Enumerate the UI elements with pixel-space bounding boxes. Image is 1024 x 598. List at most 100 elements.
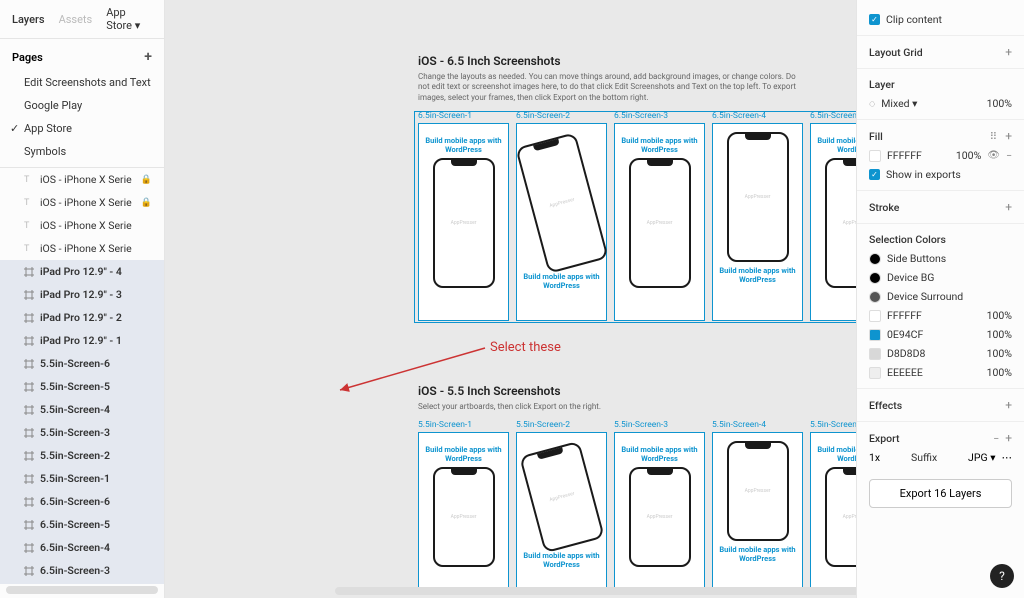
- promo-text: Build mobile apps with WordPress: [717, 545, 798, 563]
- add-stroke[interactable]: +: [1005, 200, 1012, 214]
- help-button[interactable]: ?: [990, 564, 1014, 588]
- frame-label[interactable]: 6.5in-Screen-5: [810, 111, 856, 121]
- section-title: iOS - 5.5 Inch Screenshots: [418, 384, 856, 398]
- layer-item[interactable]: 6.5in-Screen-3: [0, 559, 164, 582]
- layer-item[interactable]: TiOS - iPhone X Serie: [0, 214, 164, 237]
- export-button[interactable]: Export 16 Layers: [869, 479, 1012, 508]
- export-scale[interactable]: 1x: [869, 451, 880, 464]
- color-swatch[interactable]: [869, 367, 881, 379]
- selection-color-row[interactable]: Device BG: [869, 268, 1012, 287]
- promo-text: Build mobile apps with WordPress: [815, 445, 856, 463]
- page-item[interactable]: Google Play: [0, 94, 164, 117]
- remove-fill[interactable]: −: [1006, 149, 1012, 162]
- frame-label[interactable]: 5.5in-Screen-4: [712, 420, 803, 430]
- section-description: Select your artboards, then click Export…: [418, 402, 798, 412]
- layer-item[interactable]: 5.5in-Screen-3: [0, 421, 164, 444]
- fill-swatch[interactable]: [869, 150, 881, 162]
- page-item[interactable]: ✓App Store: [0, 117, 164, 140]
- selection-color-row[interactable]: Device Surround: [869, 287, 1012, 306]
- frame-label[interactable]: 5.5in-Screen-3: [614, 420, 705, 430]
- promo-text: Build mobile apps with WordPress: [619, 445, 700, 463]
- layer-item[interactable]: iPad Pro 12.9" - 1: [0, 329, 164, 352]
- artboard-frame[interactable]: AppPresserBuild mobile apps with WordPre…: [516, 432, 607, 592]
- layer-item[interactable]: 5.5in-Screen-4: [0, 398, 164, 421]
- artboard-frame[interactable]: Build mobile apps with WordPressAppPress…: [810, 432, 856, 592]
- layer-item[interactable]: TiOS - iPhone X Serie🔒: [0, 191, 164, 214]
- add-page-button[interactable]: +: [144, 49, 152, 65]
- page-selector[interactable]: App Store ▾: [106, 6, 154, 32]
- phone-mockup: AppPresser: [727, 132, 789, 262]
- selection-color-row[interactable]: FFFFFF100%: [869, 306, 1012, 325]
- phone-mockup: AppPresser: [433, 467, 495, 567]
- annotation-select: Select these: [490, 340, 561, 355]
- layer-opacity[interactable]: 100%: [987, 97, 1012, 110]
- artboard-frame[interactable]: AppPresserBuild mobile apps with WordPre…: [516, 123, 607, 321]
- selection-color-row[interactable]: Side Buttons: [869, 249, 1012, 268]
- layer-item[interactable]: 5.5in-Screen-6: [0, 352, 164, 375]
- color-swatch[interactable]: [869, 310, 881, 322]
- layer-item[interactable]: 6.5in-Screen-4: [0, 536, 164, 559]
- canvas[interactable]: iOS - 6.5 Inch Screenshots Change the la…: [165, 0, 856, 598]
- artboard-frame[interactable]: AppPresserBuild mobile apps with WordPre…: [712, 432, 803, 592]
- layer-item[interactable]: TiOS - iPhone X Serie: [0, 237, 164, 260]
- layer-item[interactable]: iPad Pro 12.9" - 4: [0, 260, 164, 283]
- promo-text: Build mobile apps with WordPress: [619, 136, 700, 154]
- tab-assets[interactable]: Assets: [59, 13, 93, 26]
- frame-label[interactable]: 6.5in-Screen-4: [712, 111, 803, 121]
- tab-layers[interactable]: Layers: [12, 13, 45, 26]
- color-swatch[interactable]: [869, 253, 881, 265]
- clip-content-checkbox[interactable]: ✓: [869, 14, 880, 25]
- artboard-frame[interactable]: Build mobile apps with WordPressAppPress…: [810, 123, 856, 321]
- layer-item[interactable]: 5.5in-Screen-1: [0, 467, 164, 490]
- fill-header: Fill: [869, 130, 983, 143]
- add-layout-grid[interactable]: +: [1005, 45, 1012, 59]
- canvas-scrollbar[interactable]: [335, 587, 856, 595]
- export-format[interactable]: JPG ▾: [968, 451, 995, 464]
- layer-item[interactable]: 6.5in-Screen-5: [0, 513, 164, 536]
- artboard-frame[interactable]: Build mobile apps with WordPressAppPress…: [614, 123, 705, 321]
- fill-style-button[interactable]: ⠿: [989, 130, 999, 143]
- fill-hex[interactable]: FFFFFF: [887, 149, 950, 162]
- layer-item[interactable]: 6.5in-Screen-6: [0, 490, 164, 513]
- artboard-frame[interactable]: Build mobile apps with WordPressAppPress…: [418, 123, 509, 321]
- artboard-frame[interactable]: Build mobile apps with WordPressAppPress…: [418, 432, 509, 592]
- page-item[interactable]: Edit Screenshots and Text: [0, 71, 164, 94]
- selection-color-row[interactable]: 0E94CF100%: [869, 325, 1012, 344]
- add-effect[interactable]: +: [1005, 398, 1012, 412]
- export-more[interactable]: ⋯: [1002, 451, 1013, 464]
- page-item[interactable]: Symbols: [0, 140, 164, 163]
- add-export[interactable]: +: [1005, 431, 1012, 445]
- layer-item[interactable]: 5.5in-Screen-2: [0, 444, 164, 467]
- promo-text: Build mobile apps with WordPress: [521, 272, 602, 290]
- artboard-frame[interactable]: AppPresserBuild mobile apps with WordPre…: [712, 123, 803, 321]
- color-swatch[interactable]: [869, 329, 881, 341]
- export-suffix[interactable]: Suffix: [886, 451, 962, 464]
- show-in-exports-checkbox[interactable]: ✓: [869, 169, 880, 180]
- phone-mockup: AppPresser: [433, 158, 495, 288]
- add-fill[interactable]: +: [1005, 129, 1012, 143]
- artboard-frame[interactable]: Build mobile apps with WordPressAppPress…: [614, 432, 705, 592]
- frame-label[interactable]: 6.5in-Screen-1: [418, 111, 509, 121]
- promo-text: Build mobile apps with WordPress: [521, 551, 602, 569]
- color-swatch[interactable]: [869, 291, 881, 303]
- panel-tabs: Layers Assets App Store ▾: [0, 0, 164, 39]
- color-swatch[interactable]: [869, 272, 881, 284]
- layer-item[interactable]: 6.5in-Screen-2: [0, 582, 164, 584]
- color-swatch[interactable]: [869, 348, 881, 360]
- frame-label[interactable]: 5.5in-Screen-5: [810, 420, 856, 430]
- fill-opacity[interactable]: 100%: [956, 149, 981, 162]
- frame-label[interactable]: 6.5in-Screen-3: [614, 111, 705, 121]
- layer-item[interactable]: iPad Pro 12.9" - 2: [0, 306, 164, 329]
- left-scrollbar[interactable]: [6, 586, 158, 594]
- blend-mode[interactable]: Mixed ▾: [881, 97, 980, 110]
- layer-item[interactable]: iPad Pro 12.9" - 3: [0, 283, 164, 306]
- remove-export[interactable]: −: [993, 432, 999, 445]
- layer-item[interactable]: TiOS - iPhone X Serie🔒: [0, 168, 164, 191]
- frame-label[interactable]: 6.5in-Screen-2: [516, 111, 607, 121]
- frame-label[interactable]: 5.5in-Screen-2: [516, 420, 607, 430]
- layer-item[interactable]: 5.5in-Screen-5: [0, 375, 164, 398]
- frame-label[interactable]: 5.5in-Screen-1: [418, 420, 509, 430]
- fill-visibility[interactable]: 👁: [987, 150, 1000, 161]
- selection-color-row[interactable]: EEEEEE100%: [869, 363, 1012, 382]
- selection-color-row[interactable]: D8D8D8100%: [869, 344, 1012, 363]
